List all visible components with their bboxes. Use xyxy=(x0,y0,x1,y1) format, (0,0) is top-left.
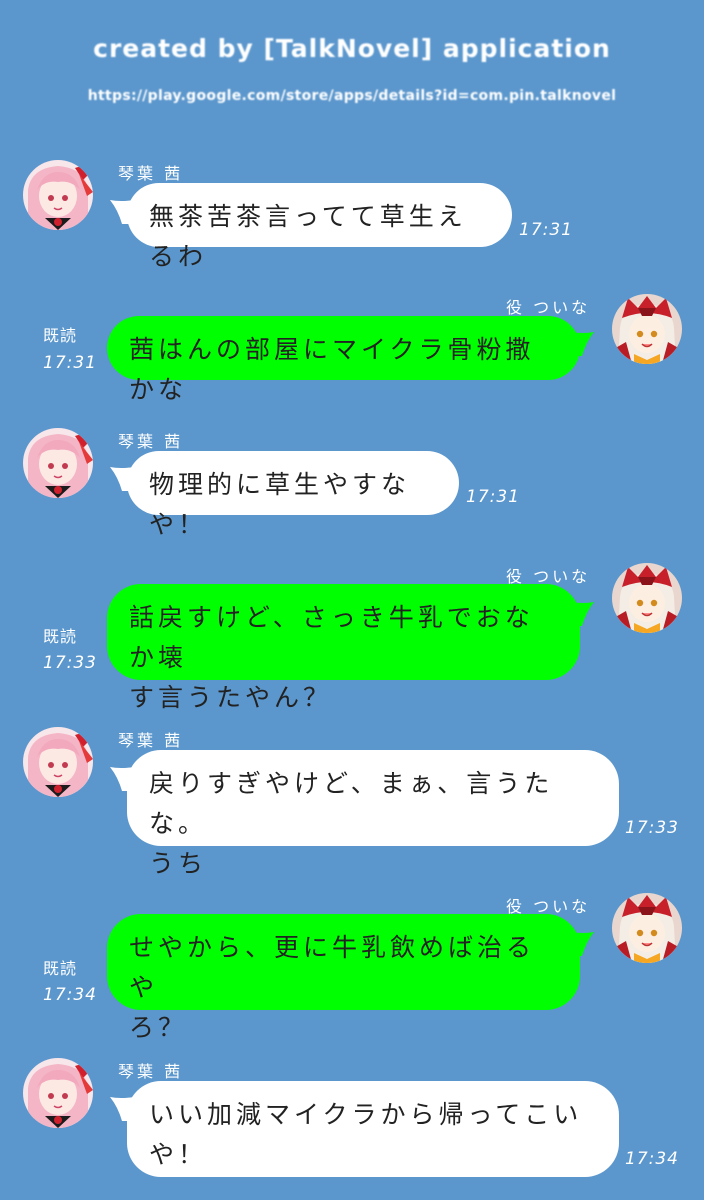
store-url-link[interactable]: https://play.google.com/store/apps/detai… xyxy=(0,88,704,104)
message-time: 17:31 xyxy=(466,487,520,507)
created-by-text: created by [TalkNovel] application xyxy=(93,34,611,63)
message-time: 17:31 xyxy=(519,220,573,240)
message-bubble[interactable]: いい加減マイクラから帰ってこい や！ xyxy=(127,1081,619,1177)
message-time: 17:31 xyxy=(43,353,97,373)
message-bubble[interactable]: 話戻すけど、さっき牛乳でおなか壊 す言うたやん？ xyxy=(107,584,580,712)
sender-name: 琴葉 茜 xyxy=(118,731,184,750)
message-bubble[interactable]: 茜はんの部屋にマイクラ骨粉撒かな xyxy=(107,316,580,404)
sender-name: 琴葉 茜 xyxy=(118,432,184,451)
app-credit-header: created by [TalkNovel] application https… xyxy=(0,0,704,120)
message-time: 17:34 xyxy=(625,1149,679,1169)
read-receipt: 既読 xyxy=(43,627,78,646)
tsuina-avatar-icon[interactable] xyxy=(612,563,682,633)
akane-avatar-icon[interactable] xyxy=(23,1058,93,1128)
tsuina-avatar-icon[interactable] xyxy=(612,294,682,364)
read-receipt: 既読 xyxy=(43,959,78,978)
sender-name: 役 ついな xyxy=(506,298,591,317)
message-time: 17:33 xyxy=(43,653,97,673)
message-time: 17:33 xyxy=(625,818,679,838)
akane-avatar-icon[interactable] xyxy=(23,428,93,498)
read-receipt: 既読 xyxy=(43,326,78,345)
message-bubble[interactable]: 物理的に草生やすなや！ xyxy=(127,451,459,539)
sender-name: 琴葉 茜 xyxy=(118,1062,184,1081)
message-bubble[interactable]: 無茶苦茶言ってて草生えるわ xyxy=(127,183,512,271)
message-bubble[interactable]: せやから、更に牛乳飲めば治るや ろ？ xyxy=(107,914,580,1042)
tsuina-avatar-icon[interactable] xyxy=(612,893,682,963)
message-bubble[interactable]: 戻りすぎやけど、まぁ、言うたな。 うち xyxy=(127,750,619,878)
akane-avatar-icon[interactable] xyxy=(23,160,93,230)
sender-name: 琴葉 茜 xyxy=(118,164,184,183)
message-time: 17:34 xyxy=(43,985,97,1005)
akane-avatar-icon[interactable] xyxy=(23,727,93,797)
